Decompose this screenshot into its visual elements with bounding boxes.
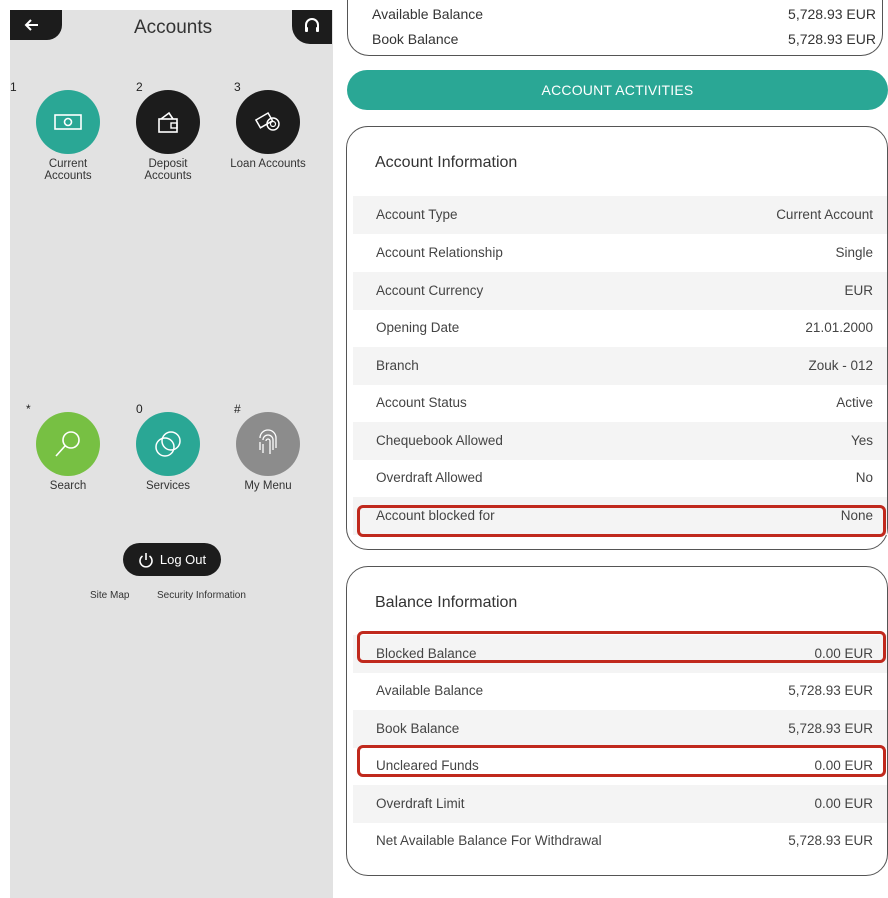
support-button[interactable]	[292, 10, 332, 44]
panel-title: Accounts	[134, 17, 213, 38]
row-label: Account Type	[376, 207, 458, 222]
summary-book-label: Book Balance	[372, 31, 459, 47]
info-row-currency: Account Currency EUR	[353, 272, 887, 310]
info-row-available-balance: Available Balance 5,728.93 EUR	[353, 672, 887, 710]
info-row-net-available: Net Available Balance For Withdrawal 5,7…	[353, 822, 887, 860]
row-value: No	[855, 470, 873, 485]
tile-label: Search	[49, 480, 87, 492]
info-row-book-balance: Book Balance 5,728.93 EUR	[353, 710, 887, 748]
logout-button[interactable]: Log Out	[123, 543, 221, 576]
row-value: EUR	[844, 283, 873, 298]
row-label: Account Relationship	[376, 245, 503, 260]
info-row-branch: Branch Zouk - 012	[353, 347, 887, 385]
info-row-account-type: Account Type Current Account	[353, 196, 887, 234]
tile-circle[interactable]	[136, 90, 200, 154]
arrow-left-icon	[24, 19, 38, 31]
card-title: Account Information	[375, 154, 518, 171]
tile-shortcut-number: *	[26, 402, 31, 416]
fingerprint-icon	[259, 429, 277, 454]
tile-label: Current Accounts	[10, 158, 126, 182]
summary-available-label: Available Balance	[372, 6, 484, 22]
account-activities-button[interactable]: ACCOUNT ACTIVITIES	[347, 70, 888, 110]
tile-label-text: Deposit Accounts	[144, 158, 192, 182]
info-row-overdraft-allowed: Overdraft Allowed No	[353, 459, 887, 497]
row-value: Zouk - 012	[808, 358, 873, 373]
highlight-blocked-balance	[357, 631, 886, 663]
account-information-card: Account Information Account Type Current…	[346, 126, 888, 550]
highlight-uncleared-funds	[357, 745, 886, 777]
summary-available-value: 5,728.93 EUR	[788, 6, 876, 22]
row-value: Single	[835, 245, 873, 260]
row-value: Yes	[850, 433, 873, 448]
tile-circle[interactable]	[236, 412, 300, 476]
row-label: Overdraft Allowed	[376, 470, 483, 485]
row-label: Account Currency	[376, 283, 484, 298]
info-row-relationship: Account Relationship Single	[353, 234, 887, 272]
info-row-chequebook: Chequebook Allowed Yes	[353, 422, 887, 460]
row-value: 5,728.93 EUR	[788, 833, 873, 848]
row-label: Book Balance	[376, 721, 460, 736]
row-label: Available Balance	[376, 683, 484, 698]
services-icon	[155, 431, 181, 457]
tile-shortcut-number: #	[234, 402, 241, 416]
site-map-link[interactable]: Site Map	[90, 590, 129, 601]
row-label: Net Available Balance For Withdrawal	[376, 833, 602, 848]
tile-shortcut-number: 0	[136, 402, 143, 416]
row-value: 5,728.93 EUR	[788, 683, 873, 698]
tile-label: Services	[145, 480, 191, 492]
row-label: Opening Date	[376, 320, 460, 335]
tile-label-text: Current Accounts	[44, 158, 92, 182]
info-row-status: Account Status Active	[353, 384, 887, 422]
tile-shortcut-number: 2	[136, 80, 143, 94]
row-value: 21.01.2000	[805, 320, 873, 335]
power-icon	[139, 552, 153, 568]
row-value: 5,728.93 EUR	[788, 721, 873, 736]
accounts-menu-panel: Accounts 1 Current Accounts 2 Deposit Ac…	[10, 10, 333, 898]
tile-circle[interactable]	[36, 412, 100, 476]
loan-icon	[254, 112, 280, 131]
tile-label: My Menu	[244, 480, 292, 492]
row-value: 0.00 EUR	[814, 796, 873, 811]
tile-label: Loan Accounts	[230, 158, 306, 170]
tile-circle[interactable]	[236, 90, 300, 154]
info-row-overdraft-limit: Overdraft Limit 0.00 EUR	[353, 785, 887, 823]
logout-label: Log Out	[159, 552, 207, 567]
row-value: Current Account	[776, 207, 873, 222]
security-information-link[interactable]: Security Information	[157, 590, 246, 601]
summary-book-value: 5,728.93 EUR	[788, 31, 876, 47]
highlight-account-blocked-for	[357, 505, 886, 537]
card-title: Balance Information	[375, 594, 518, 611]
search-icon	[55, 431, 80, 457]
tile-circle[interactable]	[136, 412, 200, 476]
wallet-icon	[158, 111, 178, 133]
back-button[interactable]	[10, 10, 62, 40]
row-label: Overdraft Limit	[376, 796, 465, 811]
row-label: Branch	[376, 358, 419, 373]
headset-icon	[305, 18, 319, 32]
row-value: Active	[836, 395, 873, 410]
row-label: Account Status	[376, 395, 467, 410]
cash-icon	[54, 114, 82, 130]
tile-shortcut-number: 3	[234, 80, 241, 94]
row-label: Chequebook Allowed	[376, 433, 503, 448]
tile-shortcut-number: 1	[10, 80, 17, 94]
balance-information-card: Balance Information Blocked Balance 0.00…	[346, 566, 888, 876]
tile-circle[interactable]	[36, 90, 100, 154]
info-row-opening-date: Opening Date 21.01.2000	[353, 309, 887, 347]
tile-label: Deposit Accounts	[110, 158, 226, 182]
